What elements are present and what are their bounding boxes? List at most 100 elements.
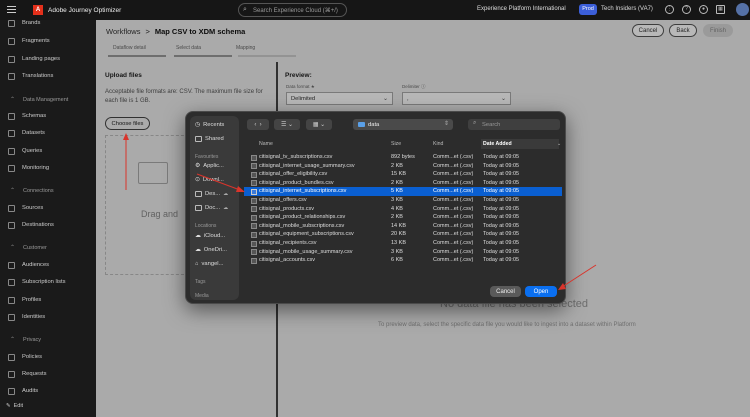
- search-placeholder: Search Experience Cloud (⌘+/): [253, 7, 338, 14]
- finder-cancel-button[interactable]: Cancel: [490, 286, 521, 297]
- sidebar-item-requests[interactable]: Requests: [0, 368, 47, 380]
- audiences-icon: [8, 261, 15, 269]
- section-label: Data Management: [23, 96, 69, 103]
- applications-icon: ⚙: [195, 163, 201, 169]
- sidebar-item-policies[interactable]: Policies: [0, 351, 42, 363]
- sidebar-item-label: Identities: [22, 314, 46, 320]
- file-kind: Comm...et (.csv): [433, 179, 474, 186]
- finder-item-label: Recents: [203, 122, 225, 128]
- file-date: Today at 09:05: [483, 248, 520, 255]
- section-label: Privacy: [23, 336, 42, 343]
- avatar[interactable]: [736, 3, 749, 16]
- file-size: 13 KB: [391, 240, 406, 246]
- sidebar-item-translations[interactable]: Translations: [0, 70, 53, 82]
- finder-downloads[interactable]: ⊙ Downl...: [195, 177, 224, 183]
- sidebar-item-label: Destinations: [22, 222, 54, 228]
- file-name: citisignal_accounts.csv: [259, 257, 315, 264]
- help-icon[interactable]: ?: [682, 5, 691, 14]
- org-name[interactable]: Experience Platform International: [477, 6, 566, 12]
- finder-applications[interactable]: ⚙ Applic...: [195, 163, 224, 169]
- sidebar-item-fragments[interactable]: Fragments: [0, 35, 50, 47]
- section-label: Connections: [23, 187, 54, 194]
- app-name: Adobe Journey Optimizer: [48, 6, 122, 14]
- sidebar-item-label: Queries: [22, 148, 43, 154]
- hamburger-menu-icon[interactable]: [7, 6, 16, 15]
- file-size: 2 KB: [391, 214, 403, 221]
- sidebar-item-label: Monitoring: [22, 165, 50, 171]
- csv-file-icon: [251, 154, 257, 161]
- section-customer[interactable]: ⌃ Customer: [10, 244, 47, 252]
- list-view-icon: ☰ ⌄: [280, 122, 294, 128]
- column-date-added[interactable]: Date Added: [481, 139, 559, 149]
- file-kind: Comm...et (.csv): [433, 222, 474, 229]
- sidebar-item-sources[interactable]: Sources: [0, 202, 43, 214]
- column-kind[interactable]: Kind: [433, 141, 443, 147]
- grid-apps-icon[interactable]: ⋮: [665, 5, 674, 14]
- edit-sidebar-button[interactable]: ✎ Edit: [6, 403, 23, 409]
- apps-grid-icon[interactable]: ▦: [716, 5, 725, 14]
- sidebar-item-identities[interactable]: Identities: [0, 311, 45, 323]
- csv-file-icon: [251, 223, 257, 230]
- section-data-management[interactable]: ⌃ Data Management: [10, 96, 69, 104]
- finder-open-button[interactable]: Open: [525, 286, 557, 297]
- file-size: 15 KB: [391, 171, 406, 178]
- file-date: Today at 09:05: [483, 214, 520, 221]
- file-kind: Comm...et (.csv): [433, 197, 474, 203]
- finder-onedrive[interactable]: ☁ OneDri...: [195, 247, 227, 253]
- file-size: 3 KB: [391, 248, 403, 255]
- fragments-icon: [8, 37, 15, 45]
- finder-desktop[interactable]: Des... ☁: [195, 191, 228, 197]
- chevron-right-icon: ›: [259, 121, 262, 128]
- csv-file-icon: [251, 249, 257, 256]
- sandbox-name[interactable]: Tech Insiders (VA7): [601, 6, 653, 12]
- column-name[interactable]: Name: [259, 141, 273, 147]
- file-date: Today at 09:05: [483, 162, 520, 169]
- sidebar-item-audits[interactable]: Audits: [0, 385, 38, 397]
- sidebar-item-monitoring[interactable]: Monitoring: [0, 162, 49, 174]
- sidebar-item-landing-pages[interactable]: Landing pages: [0, 53, 60, 65]
- sidebar-item-audiences[interactable]: Audiences: [0, 259, 49, 271]
- sidebar-item-schemas[interactable]: Schemas: [0, 110, 46, 122]
- chevron-up-icon: ⌃: [10, 337, 16, 343]
- sidebar-item-datasets[interactable]: Datasets: [0, 127, 45, 139]
- finder-recents[interactable]: ◷ Recents: [195, 122, 224, 128]
- finder-icloud[interactable]: ☁ iCloud...: [195, 233, 225, 239]
- file-size: 892 bytes: [391, 154, 415, 160]
- sidebar-item-profiles[interactable]: Profiles: [0, 294, 41, 306]
- finder-item-label: Doc...: [205, 205, 221, 211]
- folder-path-select[interactable]: data ⇕: [353, 119, 453, 130]
- sidebar-item-label: Brands: [22, 20, 41, 26]
- global-search-input[interactable]: ⌕ Search Experience Cloud (⌘+/): [238, 3, 347, 17]
- column-size[interactable]: Size: [391, 141, 401, 147]
- chevron-up-icon: ⌃: [10, 245, 16, 251]
- file-name: citisignal_product_relationships.csv: [259, 214, 346, 221]
- grid-view-toggle[interactable]: ▦ ⌄: [306, 119, 332, 130]
- sidebar-item-destinations[interactable]: Destinations: [0, 219, 54, 231]
- sidebar-item-label: Datasets: [22, 130, 45, 136]
- file-kind: Comm...et (.csv): [433, 257, 474, 264]
- file-size: 14 KB: [391, 222, 406, 229]
- sidebar-item-subscription-lists[interactable]: Subscription lists: [0, 276, 66, 288]
- desktop-icon: [195, 191, 202, 197]
- search-icon: ⌕: [243, 6, 247, 13]
- list-view-toggle[interactable]: ☰ ⌄: [274, 119, 300, 130]
- finder-shared[interactable]: Shared: [195, 136, 224, 142]
- file-size: 6 KB: [391, 257, 403, 264]
- bell-icon[interactable]: ●: [699, 5, 708, 14]
- section-connections[interactable]: ⌃ Connections: [10, 187, 54, 195]
- home-icon: ⌂: [195, 261, 199, 267]
- back-forward-buttons[interactable]: ‹ ›: [247, 119, 269, 130]
- finder-locations-heading: Locations: [195, 223, 217, 229]
- chevron-updown-icon: ⇕: [443, 121, 449, 127]
- finder-item-label: OneDri...: [203, 247, 227, 253]
- file-date: Today at 09:05: [483, 205, 520, 212]
- file-date: Today at 09:05: [483, 222, 520, 229]
- finder-favourites-heading: Favourites: [195, 154, 219, 160]
- file-row[interactable]: citisignal_accounts.csv 6 KB Comm...et (.c…: [244, 256, 562, 265]
- section-privacy[interactable]: ⌃ Privacy: [10, 336, 42, 344]
- sidebar-item-queries[interactable]: Queries: [0, 145, 42, 157]
- finder-search-input[interactable]: ⌕ Search: [468, 119, 560, 130]
- finder-home[interactable]: ⌂ vangel...: [195, 261, 223, 267]
- finder-documents[interactable]: Doc... ☁: [195, 205, 228, 211]
- sidebar-item-brands[interactable]: Brands: [0, 17, 40, 29]
